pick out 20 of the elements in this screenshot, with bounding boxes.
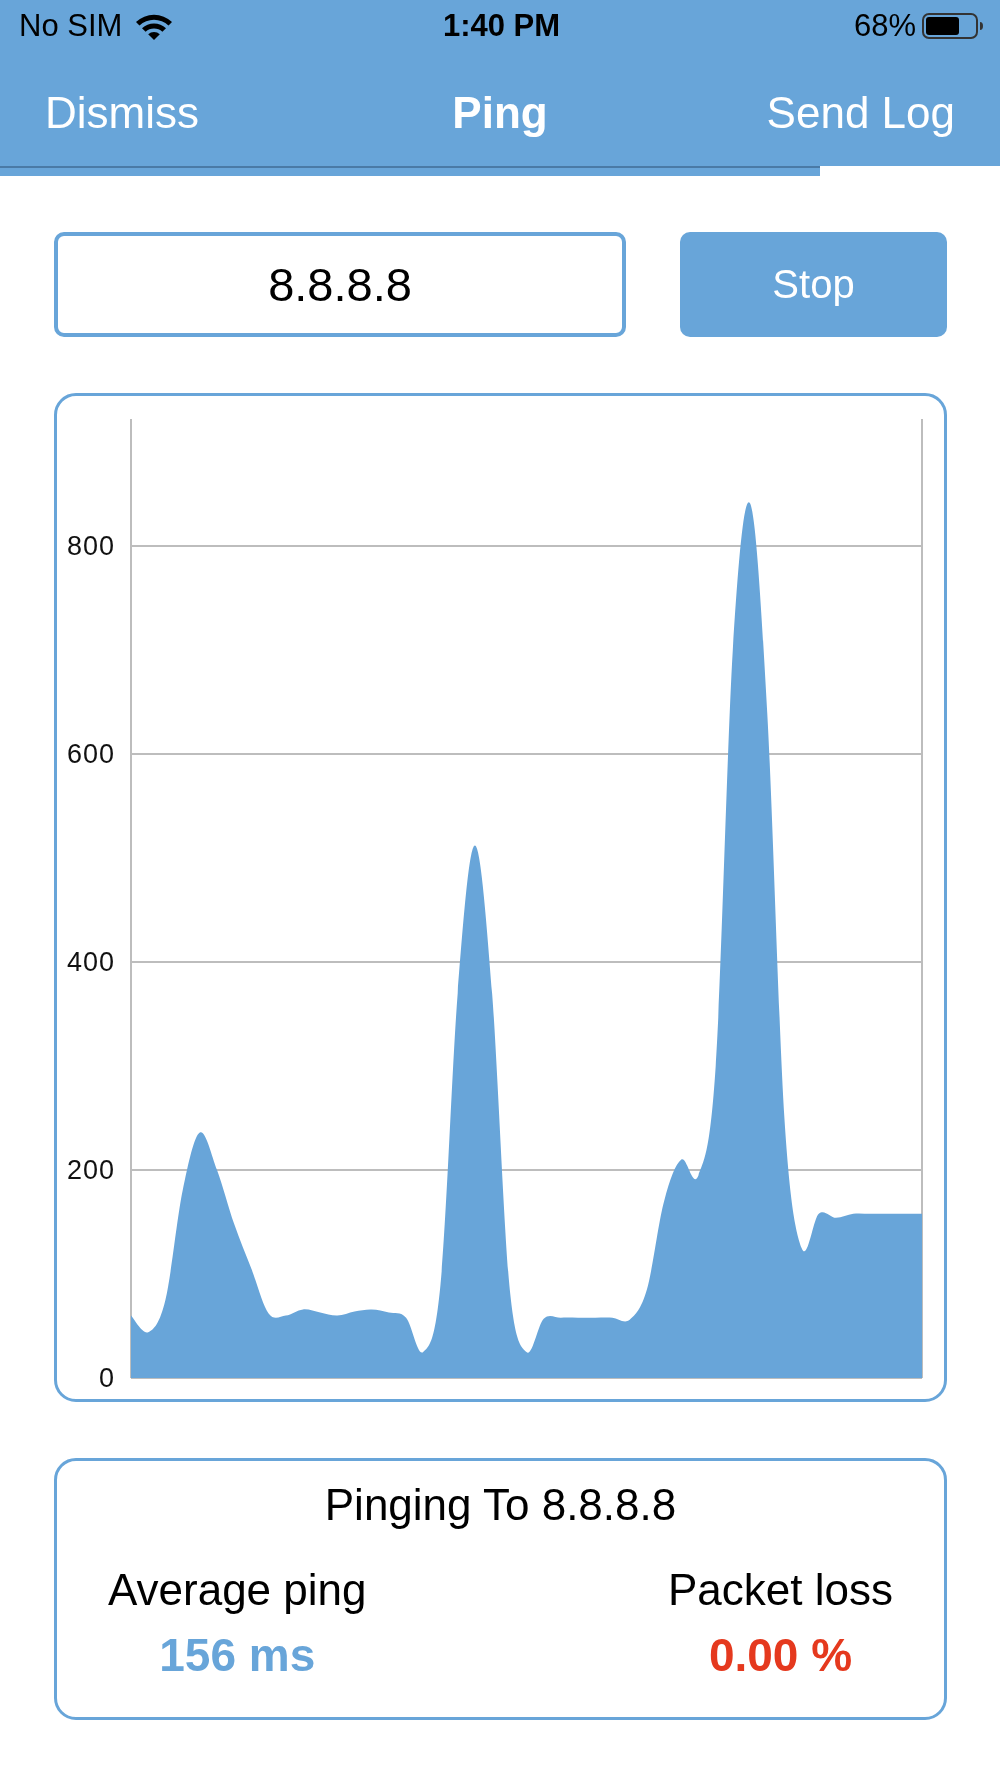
wifi-icon xyxy=(134,12,175,40)
screen-title: Ping xyxy=(452,87,548,139)
stat-label: Packet loss xyxy=(668,1564,893,1616)
send-log-button[interactable]: Send Log xyxy=(766,87,955,139)
y-tick-label: 200 xyxy=(66,1154,115,1185)
carrier-label: No SIM xyxy=(19,8,123,44)
host-field[interactable]: 8.8.8.8 xyxy=(54,232,626,337)
battery-percent: 68% xyxy=(853,8,916,44)
dismiss-button[interactable]: Dismiss xyxy=(45,87,199,139)
stat-label: Average ping xyxy=(108,1564,367,1616)
clock-time: 1:40 PM xyxy=(442,8,561,44)
y-tick-label: 800 xyxy=(66,530,115,561)
battery-icon xyxy=(922,13,984,39)
stat-value: 0.00 % xyxy=(708,1629,853,1681)
stat-value: 156 ms xyxy=(159,1629,316,1681)
y-tick-label: 400 xyxy=(66,946,115,977)
y-tick-label: 0 xyxy=(98,1363,115,1393)
stop-button[interactable]: Stop xyxy=(680,232,947,337)
y-tick-label: 600 xyxy=(66,738,115,769)
summary-title: Pinging To 8.8.8.8 xyxy=(324,1479,677,1531)
